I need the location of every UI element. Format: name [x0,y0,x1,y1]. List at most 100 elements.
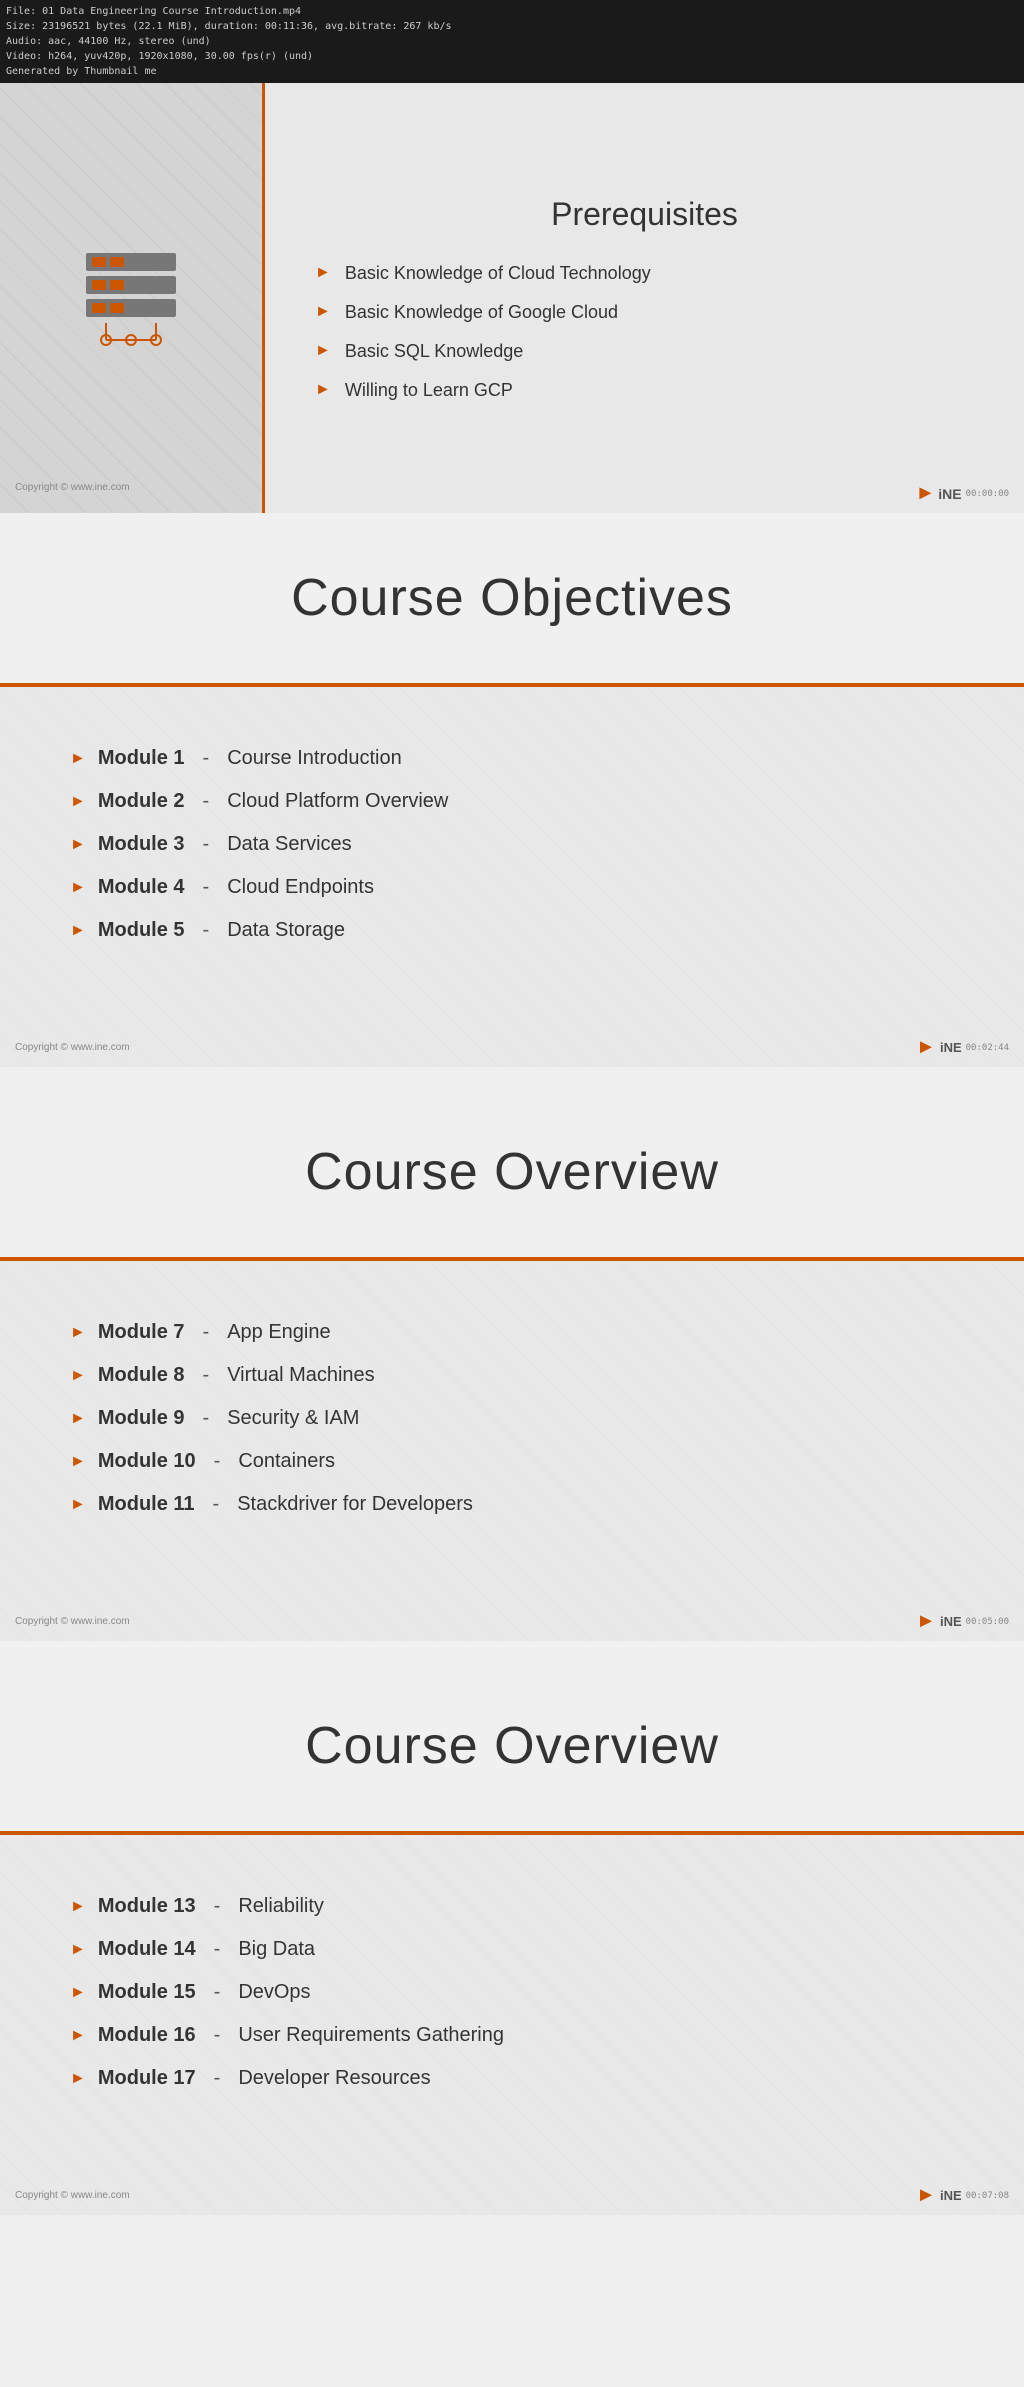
ov2-num-16: Module 16 [98,2024,196,2047]
overview2-module-16: ► Module 16 - User Requirements Gatherin… [70,2024,954,2047]
overview2-module-14: ► Module 14 - Big Data [70,1938,954,1961]
ov2-arrow-13: ► [70,1898,86,1916]
overview1-module-9: ► Module 9 - Security & IAM [70,1407,954,1430]
course-overview-heading-1: Course Overview [305,1142,719,1202]
prereq-text-2: Basic Knowledge of Google Cloud [345,302,618,323]
ov1-name-10: Containers [238,1450,335,1473]
obj-num-3: Module 3 [98,833,185,856]
prereq-item-2: ► Basic Knowledge of Google Cloud [315,302,974,323]
objectives-module-4: ► Module 4 - Cloud Endpoints [70,876,954,899]
obj-num-1: Module 1 [98,747,185,770]
ov1-arrow-7: ► [70,1324,86,1342]
file-info-bar: File: 01 Data Engineering Course Introdu… [0,0,1024,83]
ine-logo-2: ► [916,1036,936,1059]
prereq-arrow-4: ► [315,381,331,399]
slide3-copyright: Copyright © www.ine.com [15,1616,130,1627]
file-info-line1: File: 01 Data Engineering Course Introdu… [6,4,1018,19]
course-objectives-title-slide: Course Objectives [0,513,1024,683]
ov1-num-9: Module 9 [98,1407,185,1430]
objectives-module-1: ► Module 1 - Course Introduction [70,747,954,770]
ov2-num-13: Module 13 [98,1895,196,1918]
ov2-num-17: Module 17 [98,2067,196,2090]
ov2-arrow-14: ► [70,1941,86,1959]
file-info-line3: Audio: aac, 44100 Hz, stereo (und) [6,34,1018,49]
overview2-module-17: ► Module 17 - Developer Resources [70,2067,954,2090]
slide-prereq-right-panel: Prerequisites ► Basic Knowledge of Cloud… [265,83,1024,513]
ov2-arrow-15: ► [70,1984,86,2002]
ov2-num-15: Module 15 [98,1981,196,2004]
ine-logo-1: ► iNE [916,482,962,505]
objectives-module-3: ► Module 3 - Data Services [70,833,954,856]
course-overview-title-slide-2: Course Overview [0,1661,1024,1831]
obj-arrow-3: ► [70,836,86,854]
prereq-item-1: ► Basic Knowledge of Cloud Technology [315,263,974,284]
objectives-module-2: ► Module 2 - Cloud Platform Overview [70,790,954,813]
ov1-num-8: Module 8 [98,1364,185,1387]
prereq-arrow-3: ► [315,342,331,360]
ov1-num-10: Module 10 [98,1450,196,1473]
obj-name-3: Data Services [227,833,352,856]
objectives-module-list: ► Module 1 - Course Introduction ► Modul… [70,747,954,942]
ine-text-3: iNE [940,1614,962,1629]
overview2-module-15: ► Module 15 - DevOps [70,1981,954,2004]
course-overview-title-slide-1: Course Overview [0,1087,1024,1257]
obj-name-1: Course Introduction [227,747,402,770]
ov2-name-13: Reliability [238,1895,324,1918]
prereq-item-3: ► Basic SQL Knowledge [315,341,974,362]
slide2-timestamp: 00:02:44 [966,1043,1009,1053]
overview1-module-7: ► Module 7 - App Engine [70,1321,954,1344]
ov1-name-11: Stackdriver for Developers [237,1493,473,1516]
prerequisites-list: ► Basic Knowledge of Cloud Technology ► … [315,263,974,401]
obj-name-5: Data Storage [227,919,345,942]
slide1-copyright: Copyright © www.ine.com [15,482,130,505]
ov1-name-7: App Engine [227,1321,330,1344]
slide-prereq-left-panel [0,83,265,513]
overview1-module-10: ► Module 10 - Containers [70,1450,954,1473]
server-stack-icon [76,248,186,348]
ine-mark-1: ► [916,482,936,505]
ov1-num-7: Module 7 [98,1321,185,1344]
slide4-copyright: Copyright © www.ine.com [15,2190,130,2201]
prereq-text-3: Basic SQL Knowledge [345,341,523,362]
ine-logo-4: ► [916,2184,936,2207]
ov1-arrow-10: ► [70,1453,86,1471]
course-objectives-heading: Course Objectives [291,568,733,628]
file-info-line4: Video: h264, yuv420p, 1920x1080, 30.00 f… [6,49,1018,64]
ov1-num-11: Module 11 [98,1493,195,1516]
slide-course-overview-1-modules: ► Module 7 - App Engine ► Module 8 - Vir… [0,1261,1024,1641]
overview1-module-11: ► Module 11 - Stackdriver for Developers [70,1493,954,1516]
ov2-name-16: User Requirements Gathering [238,2024,504,2047]
ov2-num-14: Module 14 [98,1938,196,1961]
ov2-name-14: Big Data [238,1938,315,1961]
ov2-name-15: DevOps [238,1981,310,2004]
slide4-footer: Copyright © www.ine.com ► iNE 00:07:08 [0,2184,1024,2207]
obj-num-5: Module 5 [98,919,185,942]
overview2-module-list: ► Module 13 - Reliability ► Module 14 - … [70,1895,954,2090]
overview1-module-list: ► Module 7 - App Engine ► Module 8 - Vir… [70,1321,954,1516]
ov1-arrow-8: ► [70,1367,86,1385]
ov2-arrow-16: ► [70,2027,86,2045]
slide-course-overview-2-modules: ► Module 13 - Reliability ► Module 14 - … [0,1835,1024,2215]
obj-num-4: Module 4 [98,876,185,899]
prereq-text-1: Basic Knowledge of Cloud Technology [345,263,651,284]
ine-text-2: iNE [940,1040,962,1055]
slide-course-objectives-modules: ► Module 1 - Course Introduction ► Modul… [0,687,1024,1067]
obj-num-2: Module 2 [98,790,185,813]
ov1-arrow-9: ► [70,1410,86,1428]
ine-logo-3: ► [916,1610,936,1633]
obj-arrow-1: ► [70,750,86,768]
slide3-footer: Copyright © www.ine.com ► iNE 00:05:00 [0,1610,1024,1633]
slide1-timestamp: 00:00:00 [966,489,1009,499]
slide2-footer: Copyright © www.ine.com ► iNE 00:02:44 [0,1036,1024,1059]
objectives-module-5: ► Module 5 - Data Storage [70,919,954,942]
obj-arrow-2: ► [70,793,86,811]
file-info-line5: Generated by Thumbnail me [6,64,1018,79]
ov1-name-8: Virtual Machines [227,1364,374,1387]
ov1-name-9: Security & IAM [227,1407,359,1430]
prerequisites-title: Prerequisites [315,196,974,233]
slide-prerequisites: Prerequisites ► Basic Knowledge of Cloud… [0,83,1024,513]
obj-arrow-4: ► [70,879,86,897]
prereq-text-4: Willing to Learn GCP [345,380,513,401]
slide3-timestamp: 00:05:00 [966,1617,1009,1627]
prereq-arrow-2: ► [315,303,331,321]
